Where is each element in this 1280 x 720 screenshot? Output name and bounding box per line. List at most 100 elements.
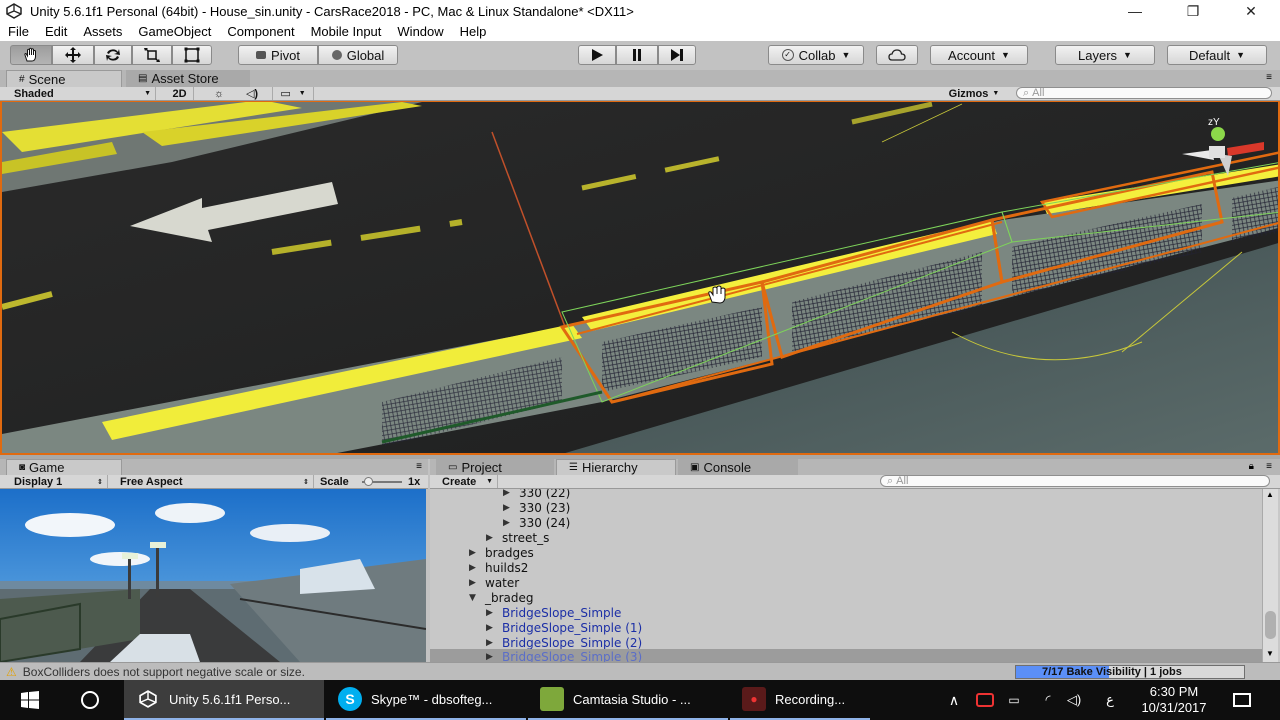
- panel-menu-icon[interactable]: ≡: [1266, 461, 1272, 472]
- gizmos-dropdown[interactable]: Gizmos ▼: [944, 87, 1004, 100]
- action-center-button[interactable]: [1222, 680, 1262, 720]
- play-button[interactable]: [578, 45, 616, 65]
- close-button[interactable]: ✕: [1222, 0, 1280, 22]
- expand-arrow-icon[interactable]: ▶: [486, 638, 498, 648]
- hand-tool-button[interactable]: [10, 45, 52, 65]
- menu-edit[interactable]: Edit: [37, 24, 75, 39]
- hierarchy-row[interactable]: ▶ BridgeSlope_Simple (3): [430, 649, 1264, 662]
- shading-mode-dropdown[interactable]: Shaded ▼: [8, 87, 156, 100]
- expand-arrow-icon[interactable]: ▶: [486, 652, 498, 662]
- collab-dropdown[interactable]: ✓ Collab ▼: [768, 45, 864, 65]
- shading-mode-label: Shaded: [14, 87, 54, 100]
- menu-help[interactable]: Help: [452, 24, 495, 39]
- tray-app-icon[interactable]: [972, 680, 998, 720]
- menu-component[interactable]: Component: [219, 24, 302, 39]
- chevron-down-icon: ▼: [486, 478, 493, 485]
- game-viewport[interactable]: [0, 489, 426, 662]
- display-dropdown[interactable]: Display 1 ⇕: [6, 475, 108, 488]
- tab-game[interactable]: ◙ Game: [6, 459, 122, 475]
- expand-arrow-icon[interactable]: ▶: [469, 548, 481, 558]
- scene-effects-dropdown[interactable]: ▭ ▼: [272, 87, 314, 100]
- hierarchy-row[interactable]: ▶ huilds2: [430, 560, 1264, 575]
- pause-button[interactable]: [616, 45, 658, 65]
- scene-search-input[interactable]: ⌕ All: [1016, 87, 1272, 99]
- layers-dropdown[interactable]: Layers ▼: [1055, 45, 1155, 65]
- scene-lighting-toggle[interactable]: ☼: [205, 87, 233, 100]
- lock-icon[interactable]: 🔒︎: [1249, 461, 1254, 472]
- cloud-button[interactable]: [876, 45, 918, 65]
- panel-menu-icon[interactable]: ≡: [416, 461, 422, 472]
- taskbar-item-camtasia[interactable]: Camtasia Studio - ...: [528, 680, 728, 720]
- hierarchy-row[interactable]: ▶ 330 (22): [430, 489, 1264, 500]
- hierarchy-scrollbar[interactable]: ▲ ▼: [1262, 489, 1278, 662]
- aspect-dropdown[interactable]: Free Aspect ⇕: [114, 475, 314, 488]
- expand-arrow-icon[interactable]: ▶: [503, 503, 515, 513]
- start-button[interactable]: [0, 680, 60, 720]
- taskbar-item-skype[interactable]: S Skype™ - dbsofteg...: [326, 680, 526, 720]
- move-tool-button[interactable]: [52, 45, 94, 65]
- tab-project[interactable]: ▭ Project: [436, 459, 554, 475]
- layout-dropdown[interactable]: Default ▼: [1167, 45, 1267, 65]
- hierarchy-row[interactable]: ▶ BridgeSlope_Simple (1): [430, 620, 1264, 635]
- hierarchy-row[interactable]: ▼ _bradeg: [430, 590, 1264, 605]
- create-dropdown[interactable]: Create ▼: [434, 475, 498, 488]
- cortana-button[interactable]: [60, 680, 120, 720]
- clock[interactable]: 6:30 PM 10/31/2017: [1130, 680, 1218, 720]
- hierarchy-row[interactable]: ▶ 330 (24): [430, 515, 1264, 530]
- tray-chevron-up-icon[interactable]: ∧: [942, 680, 966, 720]
- status-message[interactable]: BoxColliders does not support negative s…: [23, 665, 305, 679]
- taskbar-item-unity[interactable]: Unity 5.6.1f1 Perso...: [124, 680, 324, 720]
- bake-progress[interactable]: 7/17 Bake Visibility | 1 jobs: [1015, 665, 1245, 679]
- account-dropdown[interactable]: Account ▼: [930, 45, 1028, 65]
- hierarchy-row[interactable]: ▶ BridgeSlope_Simple (2): [430, 635, 1264, 650]
- menu-window[interactable]: Window: [389, 24, 451, 39]
- hierarchy-row[interactable]: ▶ BridgeSlope_Simple: [430, 605, 1264, 620]
- tab-scene[interactable]: # Scene: [6, 70, 122, 87]
- expand-arrow-icon[interactable]: ▶: [469, 563, 481, 573]
- minimize-button[interactable]: —: [1106, 0, 1164, 22]
- scroll-thumb[interactable]: [1265, 611, 1276, 639]
- expand-arrow-icon[interactable]: ▶: [469, 578, 481, 588]
- tab-hierarchy-label: Hierarchy: [581, 460, 638, 475]
- account-label: Account: [948, 47, 996, 63]
- panel-menu-icon[interactable]: ≡: [1266, 72, 1272, 83]
- expand-arrow-icon[interactable]: ▶: [486, 623, 498, 633]
- rotate-tool-button[interactable]: [94, 45, 132, 65]
- menu-mobile-input[interactable]: Mobile Input: [303, 24, 390, 39]
- expand-arrow-icon[interactable]: ▶: [503, 489, 515, 498]
- wifi-icon[interactable]: ◜: [1036, 680, 1060, 720]
- scene-audio-toggle[interactable]: ◁): [238, 87, 266, 100]
- windows-taskbar: Unity 5.6.1f1 Perso... S Skype™ - dbsoft…: [0, 680, 1280, 720]
- hierarchy-search-input[interactable]: ⌕ All: [880, 475, 1270, 487]
- 2d-toggle[interactable]: 2D: [166, 87, 194, 100]
- hierarchy-row[interactable]: ▶ water: [430, 575, 1264, 590]
- hierarchy-row[interactable]: ▶ street_s: [430, 530, 1264, 545]
- recording-icon: ●: [742, 687, 766, 711]
- hierarchy-row[interactable]: ▶ 330 (23): [430, 500, 1264, 515]
- maximize-button[interactable]: ❐: [1164, 0, 1222, 22]
- scale-tool-button[interactable]: [132, 45, 172, 65]
- step-button[interactable]: [658, 45, 696, 65]
- menu-file[interactable]: File: [0, 24, 37, 39]
- tab-asset-store[interactable]: ▤ Asset Store: [126, 70, 250, 87]
- expand-arrow-icon[interactable]: ▶: [503, 518, 515, 528]
- scroll-down-icon[interactable]: ▼: [1266, 649, 1274, 658]
- rect-tool-button[interactable]: [172, 45, 212, 65]
- hierarchy-row[interactable]: ▶ bradges: [430, 545, 1264, 560]
- scale-slider-thumb[interactable]: [364, 477, 373, 486]
- menu-assets[interactable]: Assets: [75, 24, 130, 39]
- expand-arrow-open-icon[interactable]: ▼: [469, 593, 481, 603]
- battery-icon[interactable]: ▭: [1002, 680, 1026, 720]
- tab-console[interactable]: ▣ Console: [678, 459, 798, 475]
- global-toggle[interactable]: Global: [318, 45, 398, 65]
- expand-arrow-icon[interactable]: ▶: [486, 608, 498, 618]
- pivot-toggle[interactable]: Pivot: [238, 45, 318, 65]
- menu-gameobject[interactable]: GameObject: [130, 24, 219, 39]
- scene-viewport[interactable]: zY: [0, 101, 1280, 455]
- scroll-up-icon[interactable]: ▲: [1266, 490, 1274, 499]
- expand-arrow-icon[interactable]: ▶: [486, 533, 498, 543]
- input-language-indicator[interactable]: ع: [1100, 680, 1120, 720]
- taskbar-item-recording[interactable]: ● Recording...: [730, 680, 870, 720]
- volume-icon[interactable]: ◁): [1062, 680, 1086, 720]
- tab-hierarchy[interactable]: ☰ Hierarchy: [556, 459, 676, 475]
